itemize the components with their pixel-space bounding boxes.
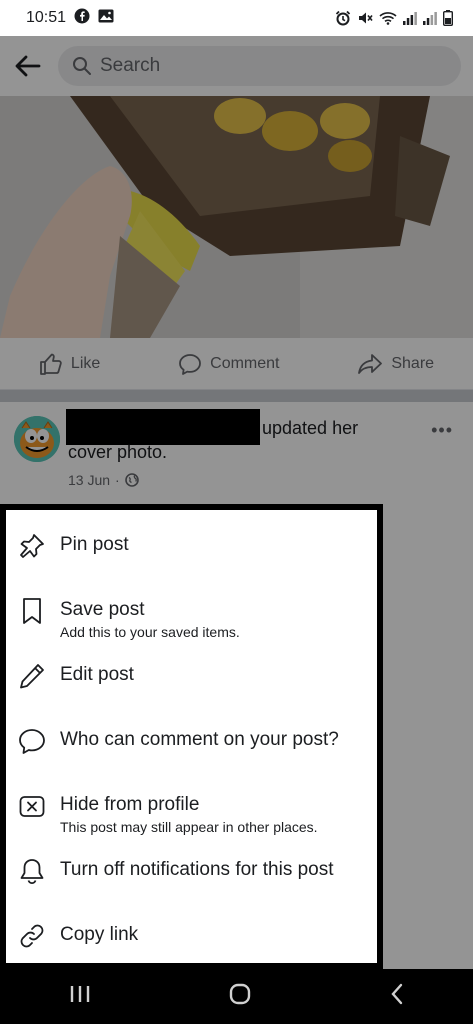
recent-apps-button[interactable] bbox=[69, 984, 91, 1009]
system-nav-bar bbox=[0, 969, 473, 1024]
link-icon bbox=[16, 920, 48, 952]
signal-icon-1 bbox=[403, 11, 417, 25]
menu-item-hide-from-profile[interactable]: Hide from profile This post may still ap… bbox=[6, 784, 377, 849]
status-bar: 10:51 bbox=[0, 0, 473, 36]
menu-label: Pin post bbox=[60, 534, 129, 555]
post-options-sheet: Pin post Save post Add this to your save… bbox=[0, 504, 383, 969]
menu-label: Who can comment on your post? bbox=[60, 729, 339, 750]
menu-item-save-post[interactable]: Save post Add this to your saved items. bbox=[6, 589, 377, 654]
menu-sublabel: This post may still appear in other plac… bbox=[60, 819, 318, 835]
wifi-icon bbox=[379, 11, 397, 25]
system-back-button[interactable] bbox=[389, 982, 405, 1011]
menu-label: Save post bbox=[60, 599, 145, 620]
hide-box-icon bbox=[16, 790, 48, 822]
mute-icon bbox=[357, 10, 373, 26]
menu-item-turn-off-notifications[interactable]: Turn off notifications for this post bbox=[6, 849, 377, 914]
battery-icon bbox=[443, 10, 453, 26]
menu-label: Turn off notifications for this post bbox=[60, 859, 334, 880]
pin-icon bbox=[16, 530, 48, 562]
menu-item-pin-post[interactable]: Pin post bbox=[6, 524, 377, 589]
home-icon bbox=[229, 983, 250, 1005]
gallery-notification-icon bbox=[98, 9, 114, 28]
recent-apps-icon bbox=[70, 986, 89, 1002]
status-time: 10:51 bbox=[26, 9, 67, 26]
chevron-left-icon bbox=[390, 983, 402, 1005]
home-button[interactable] bbox=[228, 982, 252, 1011]
signal-icon-2 bbox=[423, 11, 437, 25]
facebook-notification-icon bbox=[74, 8, 90, 29]
menu-sublabel: Add this to your saved items. bbox=[60, 624, 240, 640]
bookmark-icon bbox=[16, 595, 48, 627]
menu-label: Edit post bbox=[60, 664, 134, 685]
bell-icon bbox=[16, 855, 48, 887]
alarm-icon bbox=[335, 10, 351, 26]
menu-item-copy-link[interactable]: Copy link bbox=[6, 914, 377, 969]
menu-item-edit-post[interactable]: Edit post bbox=[6, 654, 377, 719]
comment-bubble-icon bbox=[16, 725, 48, 757]
post-options-list: Pin post Save post Add this to your save… bbox=[6, 510, 377, 963]
menu-label: Hide from profile bbox=[60, 794, 200, 815]
pencil-icon bbox=[16, 660, 48, 692]
menu-item-who-can-comment[interactable]: Who can comment on your post? bbox=[6, 719, 377, 784]
menu-label: Copy link bbox=[60, 924, 139, 945]
screen: Search Like Comment Share updated her co… bbox=[0, 36, 473, 969]
